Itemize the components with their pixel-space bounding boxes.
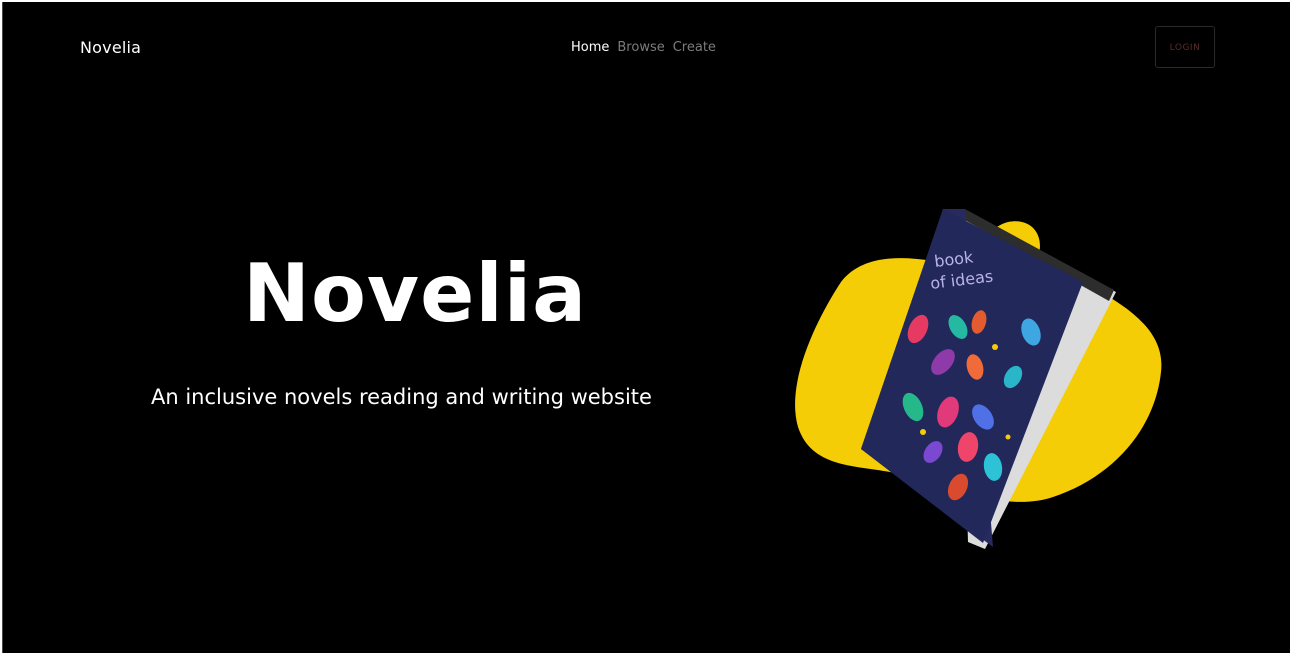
- page: Novelia Home Browse Create LOGIN Novelia…: [2, 2, 1290, 653]
- nav-item-home[interactable]: Home: [571, 40, 609, 55]
- brand-logo[interactable]: Novelia: [80, 38, 141, 57]
- nav-item-create[interactable]: Create: [673, 40, 716, 55]
- hero-title: Novelia: [243, 247, 588, 340]
- nav-item-browse[interactable]: Browse: [617, 40, 664, 55]
- book-illustration: book of ideas: [783, 197, 1173, 561]
- hero-subtitle: An inclusive novels reading and writing …: [151, 385, 652, 409]
- book-illustration-svg: book of ideas: [795, 209, 1162, 549]
- main-nav: Home Browse Create: [571, 40, 716, 55]
- login-button[interactable]: LOGIN: [1155, 26, 1215, 68]
